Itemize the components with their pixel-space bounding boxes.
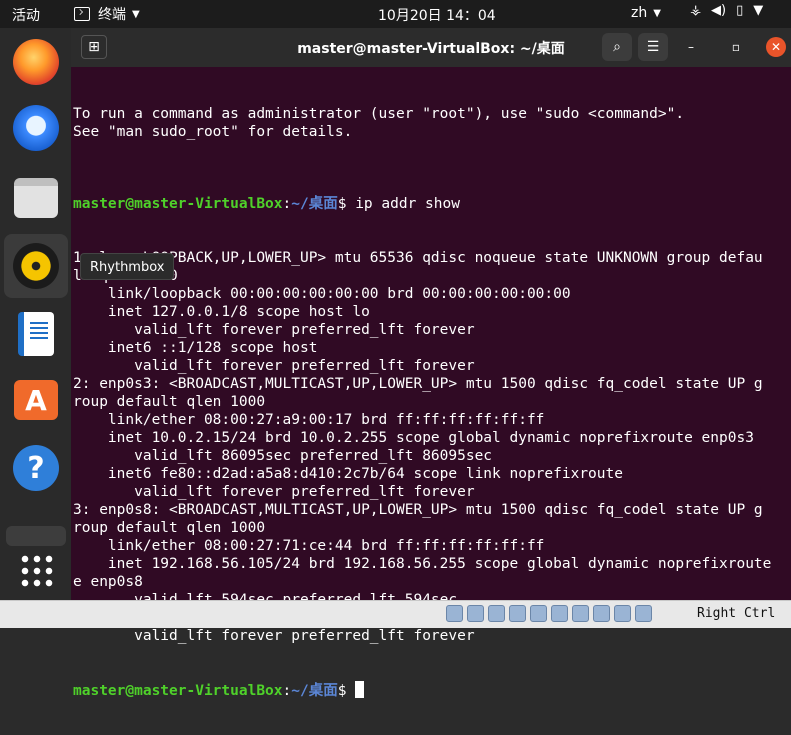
close-button[interactable]: ✕	[766, 37, 786, 57]
help-icon: ?	[13, 445, 59, 491]
system-menu[interactable]: ⚶ ◀) ▯ ▼	[690, 3, 763, 18]
prompt-line: master@master-VirtualBox:~/桌面$ ip addr s…	[73, 195, 789, 213]
thunderbird-icon	[13, 105, 59, 151]
minimize-button[interactable]: –	[681, 37, 701, 57]
terminal-line: roup default qlen 1000	[73, 394, 266, 410]
search-button[interactable]: ⌕	[602, 33, 632, 61]
dock-tooltip: Rhythmbox	[80, 253, 175, 280]
mouse-integration-icon[interactable]	[614, 605, 631, 622]
terminal-line: inet6 ::1/128 scope host	[73, 340, 318, 356]
usb-icon[interactable]	[509, 605, 526, 622]
dock-rhythmbox[interactable]	[4, 234, 68, 298]
keyboard-icon[interactable]	[635, 605, 652, 622]
terminal-line: lt qlen 1000	[73, 267, 789, 285]
terminal-line: inet 10.0.2.15/24 brd 10.0.2.255 scope g…	[73, 430, 754, 446]
app-menu[interactable]: 终端 ▼	[74, 4, 140, 24]
new-tab-button[interactable]: ⊞	[81, 35, 107, 59]
clock[interactable]: 10月20日 14：04	[378, 5, 496, 25]
maximize-button[interactable]: ▫	[726, 37, 746, 57]
terminal-icon	[74, 7, 90, 21]
activities-button[interactable]: 活动	[12, 5, 40, 25]
command-text: ip addr show	[355, 196, 460, 212]
terminal-line: valid_lft forever preferred_lft forever	[73, 322, 475, 338]
terminal-line: inet6 fe80::d2ad:a5a8:d410:2c7b/64 scope…	[73, 466, 623, 482]
prompt-colon: :	[282, 683, 292, 699]
terminal-line: valid_lft forever preferred_lft forever	[73, 484, 475, 500]
input-method-label: zh	[631, 5, 648, 21]
terminal-line: roup default qlen 1000	[73, 520, 266, 536]
terminal-line: link/ether 08:00:27:71:ce:44 brd ff:ff:f…	[73, 538, 545, 554]
ubuntu-software-icon: A	[14, 380, 58, 420]
prompt-dollar: $	[337, 196, 356, 212]
prompt-path: ~/桌面	[291, 683, 338, 699]
rhythmbox-icon	[13, 243, 59, 289]
show-applications-button[interactable]	[4, 538, 68, 602]
app-menu-label: 终端	[98, 7, 126, 23]
terminal-line: inet 127.0.0.1/8 scope host lo	[73, 304, 370, 320]
prompt-colon: :	[282, 196, 292, 212]
terminal-window: ⊞ master@master-VirtualBox: ~/桌面 ⌕ ☰ – ▫…	[71, 28, 791, 699]
display-icon[interactable]	[551, 605, 568, 622]
vbox-device-icons	[446, 605, 652, 622]
firefox-icon	[13, 39, 59, 85]
battery-icon: ▯	[736, 3, 744, 18]
audio-icon[interactable]	[467, 605, 484, 622]
optical-drive-icon[interactable]	[446, 605, 463, 622]
terminal-line: 3: enp0s8: <BROADCAST,MULTICAST,UP,LOWER…	[73, 502, 763, 518]
terminal-line: e enp0s8	[73, 574, 143, 590]
terminal-line: To run a command as administrator (user …	[73, 106, 685, 122]
prompt-user: master@master-VirtualBox	[73, 196, 283, 212]
terminal-line: inet 192.168.56.105/24 brd 192.168.56.25…	[73, 556, 772, 572]
cpu-icon[interactable]	[593, 605, 610, 622]
terminal-line: link/loopback 00:00:00:00:00:00 brd 00:0…	[73, 286, 571, 302]
chevron-down-icon: ▼	[132, 8, 140, 20]
search-icon: ⌕	[613, 39, 621, 55]
dock-libreoffice-writer[interactable]	[4, 302, 68, 366]
close-icon: ✕	[770, 40, 782, 54]
app-grid-icon	[19, 553, 53, 587]
top-bar: 活动 终端 ▼ 10月20日 14：04 zh ▼ ⚶ ◀) ▯ ▼	[0, 0, 791, 28]
terminal-output[interactable]: To run a command as administrator (user …	[73, 68, 789, 699]
prompt-line-current: master@master-VirtualBox:~/桌面$	[73, 681, 789, 699]
terminal-line: 2: enp0s3: <BROADCAST,MULTICAST,UP,LOWER…	[73, 376, 763, 392]
prompt-user: master@master-VirtualBox	[73, 683, 283, 699]
hamburger-menu-icon: ☰	[646, 39, 660, 55]
dock-help[interactable]: ?	[4, 436, 68, 500]
maximize-icon: ▫	[731, 40, 741, 54]
text-cursor	[355, 681, 365, 698]
files-icon	[14, 178, 58, 218]
terminal-line: See "man sudo_root" for details.	[73, 124, 353, 140]
title-bar: ⊞ master@master-VirtualBox: ~/桌面 ⌕ ☰ – ▫…	[71, 28, 791, 67]
terminal-line: valid_lft 86095sec preferred_lft 86095se…	[73, 448, 493, 464]
terminal-output-before: To run a command as administrator (user …	[73, 105, 789, 159]
network-adapter-icon[interactable]	[488, 605, 505, 622]
dock-firefox[interactable]	[4, 30, 68, 94]
network-icon: ⚶	[690, 3, 702, 18]
terminal-line: 1: lo: <LOOPBACK,UP,LOWER_UP> mtu 65536 …	[73, 250, 763, 266]
volume-icon: ◀)	[711, 3, 727, 18]
chevron-down-icon: ▼	[653, 7, 661, 19]
terminal-line: link/ether 08:00:27:a9:00:17 brd ff:ff:f…	[73, 412, 545, 428]
virtualbox-status-bar: Right Ctrl	[0, 600, 791, 628]
dock-thunderbird[interactable]	[4, 96, 68, 160]
dock: A ?	[0, 28, 71, 600]
terminal-line: valid_lft forever preferred_lft forever	[73, 628, 475, 644]
prompt-dollar: $	[337, 683, 356, 699]
shared-folder-icon[interactable]	[530, 605, 547, 622]
host-key-label: Right Ctrl	[697, 606, 776, 621]
minimize-icon: –	[688, 40, 694, 54]
window-title: master@master-VirtualBox: ~/桌面	[297, 40, 565, 57]
terminal-output-after: 1: lo: <LOOPBACK,UP,LOWER_UP> mtu 65536 …	[73, 249, 789, 645]
dock-files[interactable]	[4, 166, 68, 230]
recording-icon[interactable]	[572, 605, 589, 622]
terminal-line: valid_lft forever preferred_lft forever	[73, 358, 475, 374]
libreoffice-writer-icon	[18, 312, 54, 356]
prompt-path: ~/桌面	[291, 196, 338, 212]
menu-button[interactable]: ☰	[638, 33, 668, 61]
input-method-menu[interactable]: zh ▼	[631, 5, 661, 21]
chevron-down-icon: ▼	[753, 3, 764, 18]
dock-ubuntu-software[interactable]: A	[4, 368, 68, 432]
